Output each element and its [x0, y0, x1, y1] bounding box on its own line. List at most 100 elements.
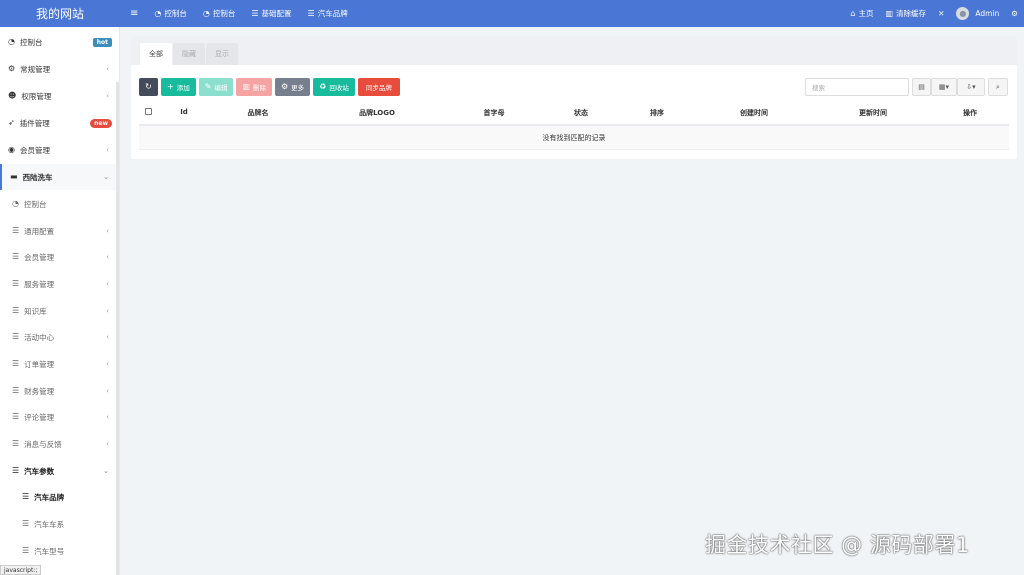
list-icon: ☰	[307, 8, 315, 18]
sidebar-item-label: 常规管理	[20, 64, 51, 74]
sidebar-item-label: 服务管理	[24, 279, 55, 289]
sidebar: ◔ 控制台 hot ⚙ 常规管理 ‹ ☻ 权限管理 ‹ ➶ 插件管理 new ◉…	[0, 27, 120, 575]
settings-icon[interactable]: ⚙	[1005, 0, 1024, 27]
trash-icon: ▥	[885, 8, 894, 18]
table-header: Id 品牌名 品牌LOGO 首字母 状态 排序 创建时间 更新时间 操作	[139, 100, 1009, 126]
col-status[interactable]: 状态	[574, 108, 588, 118]
delete-label: 删除	[252, 84, 266, 92]
list-icon: ☰	[12, 466, 20, 475]
advanced-search-button[interactable]: ⌕	[988, 78, 1008, 96]
list-icon: ☰	[12, 412, 20, 421]
new-badge: new	[90, 118, 112, 128]
recycle-icon: ♻	[319, 82, 327, 91]
topnav-item-basic-config[interactable]: ☰ 基础配置	[243, 0, 299, 27]
topnav-item-car-brand[interactable]: ☰ 汽车品牌	[300, 0, 356, 27]
chevron-left-icon: ‹	[106, 227, 109, 235]
sidebar-item-messages[interactable]: ☰ 消息与反馈 ‹	[0, 431, 117, 457]
col-initial[interactable]: 首字母	[484, 108, 505, 118]
toggle-view-button[interactable]: ▤	[912, 78, 931, 96]
menu-toggle-icon[interactable]: ≡	[120, 0, 146, 27]
more-button[interactable]: ⚙ 更多	[274, 78, 311, 96]
table-view-icon: ▤	[918, 83, 925, 91]
home-link[interactable]: ⌂ 主页	[844, 0, 879, 27]
sidebar-item-xilu-carwash[interactable]: ▬ 西陆洗车 ⌄	[0, 164, 117, 190]
fullscreen-icon[interactable]: ✕	[932, 0, 950, 27]
col-created-at[interactable]: 创建时间	[740, 108, 768, 118]
sidebar-item-car-series[interactable]: ☰ 汽车车系	[0, 511, 117, 537]
edit-button[interactable]: ✎ 编辑	[198, 78, 234, 96]
tab-all[interactable]: 全部	[140, 43, 172, 65]
list-icon: ☰	[22, 492, 30, 501]
home-icon: ⌂	[850, 8, 856, 18]
sidebar-item-label: 控制台	[23, 199, 47, 209]
sidebar-item-label: 评论管理	[24, 412, 55, 422]
home-label: 主页	[858, 9, 874, 18]
list-icon: ☰	[12, 279, 20, 288]
dashboard-icon: ◔	[8, 37, 15, 46]
list-icon: ☰	[12, 226, 20, 235]
sidebar-item-dashboard[interactable]: ◔ 控制台 hot	[0, 29, 117, 55]
sidebar-item-general[interactable]: ⚙ 常规管理 ‹	[0, 56, 117, 82]
dashboard-icon: ◔	[12, 199, 19, 208]
chevron-left-icon: ‹	[106, 65, 109, 73]
trash-icon: ▥	[242, 82, 250, 91]
sidebar-item-members[interactable]: ◉ 会员管理 ‹	[0, 137, 117, 163]
sidebar-item-permissions[interactable]: ☻ 权限管理 ‹	[0, 83, 117, 109]
col-updated-at[interactable]: 更新时间	[859, 108, 887, 118]
sidebar-scrollbar[interactable]	[116, 82, 119, 575]
sidebar-item-sub-dashboard[interactable]: ◔ 控制台	[0, 191, 117, 217]
sidebar-item-common-config[interactable]: ☰ 通用配置 ‹	[0, 218, 117, 244]
refresh-icon: ↻	[145, 82, 152, 91]
chevron-left-icon: ‹	[106, 146, 109, 154]
sidebar-item-label: 汽车车系	[34, 519, 65, 529]
tab-visible[interactable]: 显示	[206, 43, 238, 65]
delete-button[interactable]: ▥ 删除	[236, 78, 272, 96]
user-name: Admin	[975, 9, 1000, 18]
sidebar-item-knowledge[interactable]: ☰ 知识库 ‹	[0, 298, 117, 324]
sidebar-item-car-params[interactable]: ☰ 汽车参数 ⌄	[0, 458, 117, 484]
sidebar-item-label: 控制台	[19, 37, 43, 47]
columns-button[interactable]: ▦▾	[931, 78, 957, 96]
sync-brand-button[interactable]: 同步品牌	[357, 78, 400, 96]
topnav-label: 控制台	[164, 9, 187, 18]
sidebar-item-label: 西陆洗车	[22, 172, 53, 182]
export-button[interactable]: ⇩▾	[957, 78, 985, 96]
tab-hidden[interactable]: 隐藏	[173, 43, 205, 65]
rocket-icon: ➶	[8, 118, 15, 127]
col-brand-name[interactable]: 品牌名	[248, 108, 269, 118]
site-logo[interactable]: 我的网站	[0, 0, 120, 27]
sidebar-item-plugins[interactable]: ➶ 插件管理 new	[0, 110, 117, 136]
col-brand-logo[interactable]: 品牌LOGO	[359, 108, 395, 118]
sidebar-item-car-brand[interactable]: ☰ 汽车品牌	[0, 484, 117, 510]
list-icon: ☰	[12, 386, 20, 395]
chevron-left-icon: ‹	[106, 413, 109, 421]
avatar: ●	[956, 7, 970, 20]
add-button[interactable]: + 添加	[161, 78, 196, 96]
sidebar-item-services[interactable]: ☰ 服务管理 ‹	[0, 271, 117, 297]
col-actions: 操作	[963, 109, 977, 117]
empty-row: 没有找到匹配的记录	[139, 126, 1009, 150]
user-menu[interactable]: ● Admin	[950, 0, 1005, 27]
topnav-item-dashboard-2[interactable]: ◔ 控制台	[195, 0, 243, 27]
sidebar-item-comments[interactable]: ☰ 评论管理 ‹	[0, 404, 117, 430]
sidebar-item-finance[interactable]: ☰ 财务管理 ‹	[0, 378, 117, 404]
col-id[interactable]: Id	[180, 108, 188, 116]
edit-label: 编辑	[214, 84, 228, 92]
clear-cache-label: 清除缓存	[896, 9, 927, 18]
search-input[interactable]: 搜索	[805, 78, 909, 96]
recycle-bin-button[interactable]: ♻ 回收站	[313, 78, 355, 96]
status-bar-text: javascript:;	[0, 565, 42, 575]
sidebar-item-orders[interactable]: ☰ 订单管理 ‹	[0, 351, 117, 377]
refresh-button[interactable]: ↻	[139, 78, 158, 96]
sidebar-item-label: 汽车品牌	[34, 492, 65, 502]
sidebar-item-activities[interactable]: ☰ 活动中心 ‹	[0, 324, 117, 350]
dashboard-icon: ◔	[154, 8, 162, 18]
sidebar-item-label: 汽车型号	[34, 546, 65, 556]
topnav-item-dashboard-1[interactable]: ◔ 控制台	[146, 0, 194, 27]
select-all-checkbox[interactable]	[145, 108, 152, 115]
col-sort[interactable]: 排序	[650, 108, 664, 118]
clear-cache-button[interactable]: ▥ 清除缓存	[880, 0, 933, 27]
sidebar-item-car-model[interactable]: ☰ 汽车型号	[0, 538, 117, 564]
sidebar-item-sub-members[interactable]: ☰ 会员管理 ‹	[0, 244, 117, 270]
add-label: 添加	[176, 84, 190, 92]
